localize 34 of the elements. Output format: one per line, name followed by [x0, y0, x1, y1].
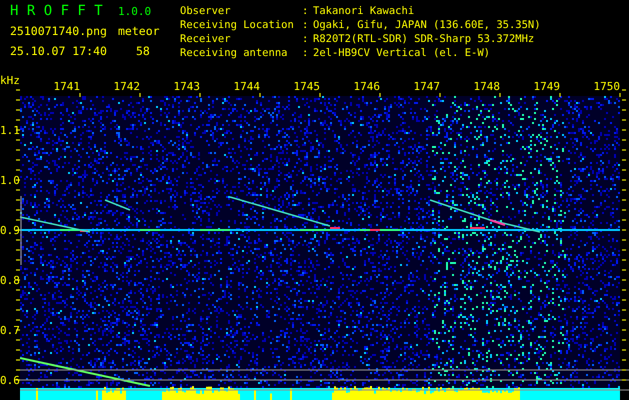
file-name: 2510071740.png: [10, 24, 108, 40]
y-tick-label: 0.7: [0, 324, 20, 337]
type-label: meteor: [118, 24, 161, 40]
x-tick-label: 1749: [534, 80, 560, 93]
x-tick-label: 1744: [234, 80, 260, 93]
app-title: H R O F F T: [10, 4, 104, 20]
x-tick-label: 1741: [54, 80, 80, 93]
info-separator: :: [302, 18, 310, 32]
info-separator: :: [302, 32, 310, 46]
app-version: 1.0.0: [118, 4, 152, 20]
x-tick-label: 1750: [594, 80, 620, 93]
y-tick-label: 0.9: [0, 224, 20, 237]
y-tick-label: 0.6: [0, 374, 20, 387]
x-tick-label: 1743: [174, 80, 200, 93]
info-separator: :: [302, 46, 310, 60]
info-label: Receiver: [180, 32, 232, 46]
x-tick-label: 1747: [414, 80, 440, 93]
x-tick-label: 1746: [354, 80, 380, 93]
info-value: 2el-HB9CV Vertical (el. E-W): [313, 46, 492, 60]
date-time: 25.10.07 17:40: [10, 44, 108, 60]
info-value: R820T2(RTL-SDR) SDR-Sharp 53.372MHz: [313, 32, 536, 46]
axis-unit: kHz: [0, 74, 20, 87]
y-tick-label: 1.1: [0, 124, 20, 137]
info-label: Receiving Location: [180, 18, 295, 32]
info-value: Ogaki, Gifu, JAPAN (136.60E, 35.35N): [313, 18, 541, 32]
info-label: Receiving antenna: [180, 46, 288, 60]
x-tick-label: 1745: [294, 80, 320, 93]
info-value: Takanori Kawachi: [313, 4, 416, 18]
info-label: Observer: [180, 4, 232, 18]
x-tick-label: 1742: [114, 80, 140, 93]
x-tick-label: 1748: [474, 80, 500, 93]
range-marker: [20, 196, 22, 266]
info-separator: :: [302, 4, 310, 18]
meteor-count: 58: [135, 44, 151, 60]
